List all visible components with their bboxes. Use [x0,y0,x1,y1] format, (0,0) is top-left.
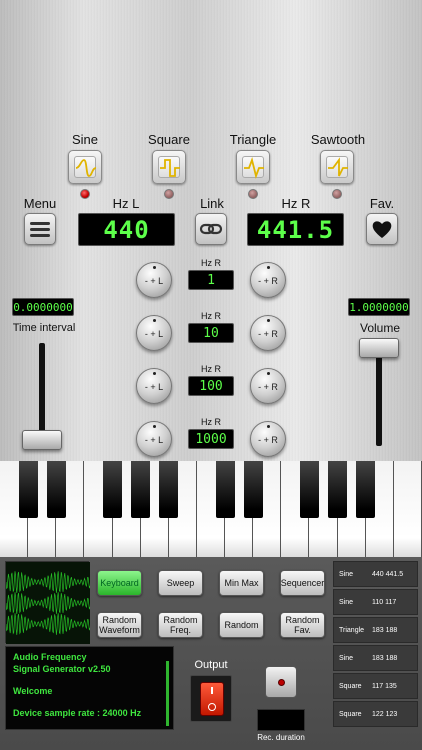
power-on-mark-icon [211,687,213,694]
piano-keyboard[interactable] [0,461,422,557]
knob-l-100[interactable]: - + L [136,368,172,404]
info-title-line2: Signal Generator v2.50 [13,664,111,674]
sequencer-button[interactable]: Sequencer [280,570,325,596]
rec-duration-label: Rec. duration [257,733,305,742]
rec-duration-display [257,709,305,731]
sawtooth-button[interactable] [320,150,354,184]
triangle-led [248,189,258,199]
sawtooth-wave-icon [328,157,348,177]
black-key[interactable] [18,461,38,518]
black-key[interactable] [46,461,66,518]
output-label: Output [194,659,228,671]
triangle-button[interactable] [236,150,270,184]
favorite-item[interactable]: Sine 110 117 [333,589,418,615]
favorite-item[interactable]: Square 117 135 [333,673,418,699]
random-freq-button[interactable]: Random Freq. [158,612,203,638]
time-interval-label: Time interval [12,322,76,334]
random-button[interactable]: Random [219,612,264,638]
hz-r-label: Hz R [281,196,311,211]
knob-r-10[interactable]: - + R [250,315,286,351]
black-key[interactable] [103,461,123,518]
waveform-label-sawtooth: Sawtooth [310,132,366,147]
step-display-1000: 1000 [188,429,234,449]
white-key[interactable] [393,461,422,557]
favorite-item[interactable]: Sine 440 441.5 [333,561,418,587]
time-interval-display: 0.0000000 [12,298,74,316]
volume-track[interactable] [376,350,382,446]
favorites-list: Sine 440 441.5 Sine 110 117 Triangle 183 18… [333,561,418,731]
volume-display: 1.0000000 [348,298,410,316]
waveform-label-square: Square [148,132,190,147]
triangle-wave-icon [244,156,264,180]
knob-r-100[interactable]: - + R [250,368,286,404]
black-key[interactable] [299,461,319,518]
sine-led [80,189,90,199]
power-off-mark-icon [208,703,216,711]
info-device-rate: Device sample rate : 24000 Hz [13,708,142,718]
oscilloscope [5,561,91,644]
sine-wave-icon [75,159,97,177]
knob-l-1000[interactable]: - + L [136,421,172,457]
step-display-10: 10 [188,323,234,343]
keyboard-button[interactable]: Keyboard [97,570,142,596]
favorite-item[interactable]: Square 122 123 [333,701,418,727]
sawtooth-led [332,189,342,199]
knob-l-10[interactable]: - + L [136,315,172,351]
info-display: Audio Frequency Signal Generator v2.50 W… [5,646,174,730]
minmax-button[interactable]: Min Max [219,570,264,596]
output-power-switch[interactable] [200,682,224,716]
volume-slider-thumb[interactable] [359,338,399,358]
random-waveform-button[interactable]: Random Waveform [97,612,142,638]
info-scrollbar[interactable] [166,661,169,726]
favorite-item[interactable]: Triangle 183 188 [333,617,418,643]
hz-l-display[interactable]: 440 [78,213,175,246]
fav-label: Fav. [369,196,395,211]
record-dot-icon [278,679,285,686]
menu-button[interactable] [24,213,56,245]
heart-icon [372,221,392,238]
link-label: Link [200,196,224,211]
hamburger-menu-icon [30,222,50,237]
waveform-label-sine: Sine [71,132,99,147]
black-key[interactable] [243,461,263,518]
favorite-button[interactable] [366,213,398,245]
info-title-line1: Audio Frequency [13,652,87,662]
black-key[interactable] [159,461,179,518]
waveform-label-triangle: Triangle [229,132,277,147]
link-button[interactable] [195,213,227,245]
step-label-100: Hz R [201,364,221,374]
square-button[interactable] [152,150,186,184]
record-button[interactable] [265,666,297,698]
black-key[interactable] [328,461,348,518]
sweep-button[interactable]: Sweep [158,570,203,596]
menu-label: Menu [23,196,57,211]
square-led [164,189,174,199]
square-wave-icon [160,159,180,177]
step-label-1: Hz R [201,258,221,268]
random-fav-button[interactable]: Random Fav. [280,612,325,638]
hz-l-label: Hz L [112,196,140,211]
black-key[interactable] [131,461,151,518]
time-interval-slider-thumb[interactable] [22,430,62,450]
volume-label: Volume [359,321,401,335]
info-welcome: Welcome [13,686,53,696]
knob-l-1[interactable]: - + L [136,262,172,298]
step-display-100: 100 [188,376,234,396]
sine-button[interactable] [68,150,102,184]
step-display-1: 1 [188,270,234,290]
knob-r-1[interactable]: - + R [250,262,286,298]
oscilloscope-wave [5,562,91,644]
step-label-1000: Hz R [201,417,221,427]
step-label-10: Hz R [201,311,221,321]
favorite-item[interactable]: Sine 183 188 [333,645,418,671]
knob-r-1000[interactable]: - + R [250,421,286,457]
black-key[interactable] [356,461,376,518]
output-switch-housing [190,675,232,722]
hz-r-display[interactable]: 441.5 [247,213,344,246]
black-key[interactable] [215,461,235,518]
link-chain-icon [199,223,223,235]
